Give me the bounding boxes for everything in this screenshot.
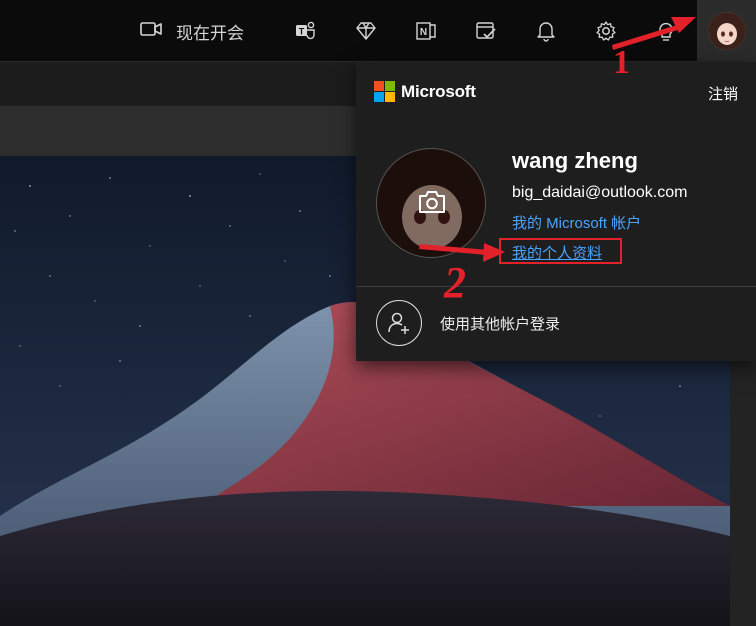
my-microsoft-account-link[interactable]: 我的 Microsoft 帐户 xyxy=(512,212,641,233)
sign-in-other-account-button[interactable]: 使用其他帐户登录 xyxy=(376,300,560,346)
microsoft-logo-icon xyxy=(374,81,395,102)
teams-icon[interactable]: T xyxy=(294,19,318,43)
user-email: big_daidai@outlook.com xyxy=(512,184,688,201)
camera-icon xyxy=(419,191,445,213)
add-person-icon xyxy=(376,300,422,346)
avatar xyxy=(707,12,746,50)
tasks-icon[interactable] xyxy=(474,19,498,43)
user-name: wang zheng xyxy=(512,148,638,173)
onenote-icon[interactable]: N xyxy=(414,19,438,43)
gear-icon[interactable] xyxy=(594,19,618,43)
brand-name: Microsoft xyxy=(401,81,476,101)
profile-photo[interactable] xyxy=(376,148,486,258)
meet-now-label: 现在开会 xyxy=(176,23,244,43)
svg-text:N: N xyxy=(420,27,427,38)
video-camera-icon xyxy=(140,21,162,42)
diamond-icon[interactable] xyxy=(354,19,378,43)
account-button[interactable] xyxy=(697,0,756,62)
highlight-box xyxy=(499,238,622,264)
sign-out-link[interactable]: 注销 xyxy=(708,83,738,104)
account-flyout: Microsoft 注销 wang zheng big_daidai@outlo… xyxy=(356,62,756,361)
sign-in-other-account-label: 使用其他帐户登录 xyxy=(440,315,561,333)
bell-icon[interactable] xyxy=(534,19,558,43)
svg-text:T: T xyxy=(299,27,305,37)
top-bar: 现在开会 T N xyxy=(0,0,756,62)
divider xyxy=(356,286,756,287)
microsoft-logo: Microsoft xyxy=(374,81,476,102)
lightbulb-icon[interactable] xyxy=(654,19,678,43)
meet-now-button[interactable]: 现在开会 xyxy=(140,18,244,44)
